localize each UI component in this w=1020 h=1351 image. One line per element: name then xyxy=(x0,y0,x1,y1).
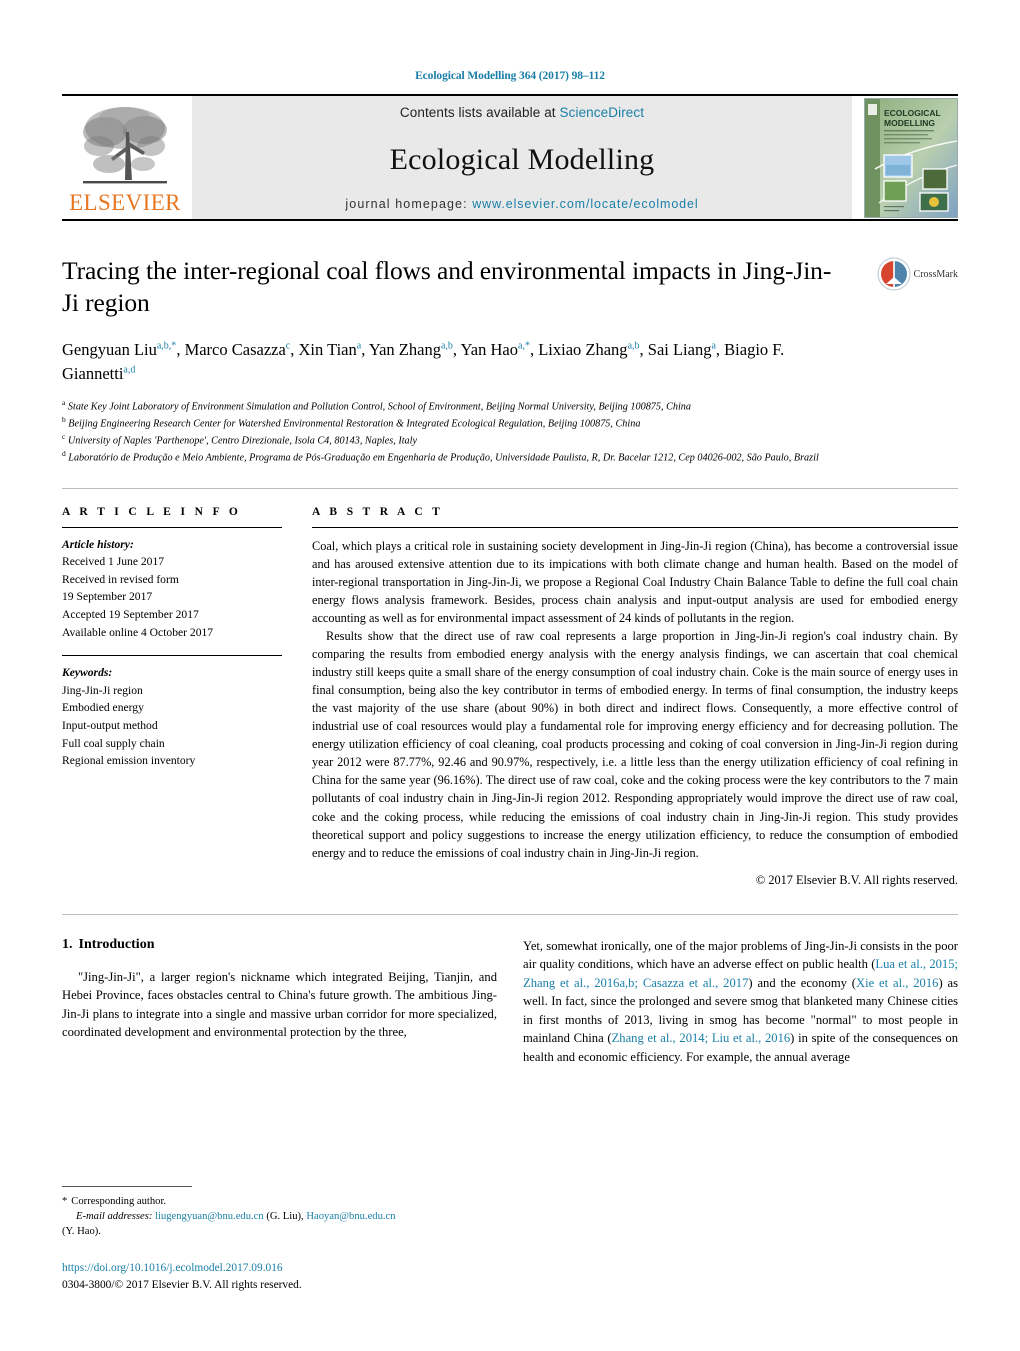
keywords-block: Keywords: Jing-Jin-Ji region Embodied en… xyxy=(62,664,282,770)
affiliation-text-a: State Key Joint Laboratory of Environmen… xyxy=(67,401,691,413)
affiliation-text-b: Beijing Engineering Research Center for … xyxy=(68,418,641,430)
section-number: 1. xyxy=(62,936,73,952)
author-list: Gengyuan Liua,b,*, Marco Casazzac, Xin T… xyxy=(62,340,785,383)
body-column-right: Yet, somewhat ironically, one of the maj… xyxy=(523,937,958,1067)
email-link-2[interactable]: Haoyan@bnu.edu.cn xyxy=(306,1211,395,1222)
svg-text:MODELLING: MODELLING xyxy=(884,118,935,128)
keywords-label: Keywords: xyxy=(62,666,113,680)
intro-paragraph-right: Yet, somewhat ironically, one of the maj… xyxy=(523,937,958,1067)
body-top-rule xyxy=(62,913,958,915)
article-page: Ecological Modelling 364 (2017) 98–112 E… xyxy=(0,0,1020,1351)
intro-text-part-2: ) and the economy ( xyxy=(748,975,856,990)
intro-text-left: "Jing-Jin-Ji", a larger region's nicknam… xyxy=(62,968,497,1042)
article-info-rule xyxy=(62,526,282,528)
journal-cover-thumbnail: ECOLOGICAL MODELLING xyxy=(858,96,958,219)
elsevier-wordmark: ELSEVIER xyxy=(69,190,181,215)
journal-masthead: ELSEVIER Contents lists available at Sci… xyxy=(62,96,958,219)
journal-cover-image: ECOLOGICAL MODELLING xyxy=(864,97,958,218)
crossmark-block[interactable]: CrossMark xyxy=(853,255,958,385)
keyword-item: Full coal supply chain xyxy=(62,736,165,750)
keywords-rule xyxy=(62,655,282,657)
contents-prefix: Contents lists available at xyxy=(399,105,560,120)
journal-title: Ecological Modelling xyxy=(389,142,655,176)
body-column-left: 1. Introduction "Jing-Jin-Ji", a larger r… xyxy=(62,937,497,1067)
info-abstract-row: A R T I C L E I N F O Article history: R… xyxy=(62,506,958,888)
affiliation-b: b Beijing Engineering Research Center fo… xyxy=(62,415,958,432)
history-item: Received 1 June 2017 xyxy=(62,555,165,569)
affiliation-mark-b: b xyxy=(62,414,66,424)
abstract-body: Coal, which plays a critical role in sus… xyxy=(312,537,958,862)
abstract-copyright: © 2017 Elsevier B.V. All rights reserved… xyxy=(755,872,958,887)
abstract-rule xyxy=(312,526,958,528)
journal-homepage-line: journal homepage: www.elsevier.com/locat… xyxy=(345,197,698,211)
affiliation-d: d Laboratório de Produção e Meio Ambient… xyxy=(62,449,958,466)
elsevier-tree-icon xyxy=(83,107,167,184)
doi-block: https://doi.org/10.1016/j.ecolmodel.2017… xyxy=(62,1260,498,1294)
email-name-2: (Y. Hao). xyxy=(62,1226,101,1238)
crossmark-badge[interactable]: CrossMark xyxy=(877,257,958,291)
masthead-center: Contents lists available at ScienceDirec… xyxy=(192,96,852,219)
keyword-item: Input-output method xyxy=(62,719,158,733)
article-info-column: A R T I C L E I N F O Article history: R… xyxy=(62,506,312,888)
abstract-heading: A B S T R A C T xyxy=(312,505,444,518)
page-title: Tracing the inter-regional coal flows an… xyxy=(62,256,832,317)
keyword-item: Regional emission inventory xyxy=(62,754,196,768)
corresponding-author-text: Corresponding author. xyxy=(71,1195,167,1207)
contents-list-line: Contents lists available at ScienceDirec… xyxy=(400,105,644,120)
affiliation-text-d: Laboratório de Produção e Meio Ambiente,… xyxy=(68,452,819,464)
email-label: E-mail addresses: xyxy=(76,1211,153,1223)
body-columns: 1. Introduction "Jing-Jin-Ji", a larger r… xyxy=(62,937,958,1067)
homepage-prefix: journal homepage: xyxy=(345,197,473,211)
title-block: Tracing the inter-regional coal flows an… xyxy=(62,255,958,385)
article-history-label: Article history: xyxy=(62,537,134,551)
svg-text:ECOLOGICAL: ECOLOGICAL xyxy=(884,108,941,118)
abstract-paragraph-2: Results show that the direct use of raw … xyxy=(312,628,958,860)
crossmark-label: CrossMark xyxy=(913,268,958,280)
footnote-rule xyxy=(62,1185,192,1187)
intro-paragraph-left: "Jing-Jin-Ji", a larger region's nicknam… xyxy=(62,969,497,1040)
affiliation-mark-d: d xyxy=(62,448,66,458)
citation-link-2[interactable]: Xie et al., 2016 xyxy=(856,976,938,990)
masthead-bottom-rule xyxy=(62,219,958,221)
elsevier-logo: ELSEVIER xyxy=(62,96,188,219)
history-item: Received in revised form xyxy=(62,572,179,586)
citation-link-3[interactable]: Zhang et al., 2014; Liu et al., 2016 xyxy=(612,1031,791,1045)
affiliation-a: a State Key Joint Laboratory of Environm… xyxy=(62,398,958,415)
title-left: Tracing the inter-regional coal flows an… xyxy=(62,255,853,385)
affiliations: a State Key Joint Laboratory of Environm… xyxy=(62,398,958,466)
history-item: Accepted 19 September 2017 xyxy=(62,608,199,621)
corresponding-author-note: * Corresponding author. xyxy=(62,1194,498,1209)
history-item: Available online 4 October 2017 xyxy=(62,625,214,639)
running-head: Ecological Modelling 364 (2017) 98–112 xyxy=(415,70,605,82)
history-item: 19 September 2017 xyxy=(62,590,153,604)
email-name-1: (G. Liu), xyxy=(263,1211,307,1223)
affiliation-mark-c: c xyxy=(62,431,66,441)
abstract-column: A B S T R A C T Coal, which plays a crit… xyxy=(312,506,958,888)
email-note: E-mail addresses: liugengyuan@bnu.edu.cn… xyxy=(62,1209,498,1224)
info-section-top-rule xyxy=(62,487,958,489)
email-name-2-line: (Y. Hao). xyxy=(62,1224,498,1239)
footnote-area: * Corresponding author. E-mail addresses:… xyxy=(62,1185,498,1294)
article-history: Article history: Received 1 June 2017 Re… xyxy=(62,536,282,642)
journal-homepage-link[interactable]: www.elsevier.com/locate/ecolmodel xyxy=(472,197,698,211)
section-title: Introduction xyxy=(78,936,155,952)
footnote-star: * xyxy=(62,1195,68,1207)
sciencedirect-link[interactable]: ScienceDirect xyxy=(560,105,645,120)
email-link-1[interactable]: liugengyuan@bnu.edu.cn xyxy=(155,1211,264,1222)
crossmark-icon xyxy=(877,257,911,291)
keyword-item: Embodied energy xyxy=(62,701,144,715)
section-heading-introduction: 1. Introduction xyxy=(62,937,497,953)
affiliation-c: c University of Naples 'Parthenope', Cen… xyxy=(62,432,958,449)
article-info-heading: A R T I C L E I N F O xyxy=(62,505,242,518)
keyword-item: Jing-Jin-Ji region xyxy=(62,683,143,697)
doi-link[interactable]: https://doi.org/10.1016/j.ecolmodel.2017… xyxy=(62,1260,498,1277)
affiliation-text-c: University of Naples 'Parthenope', Centr… xyxy=(67,435,417,447)
affiliation-mark-a: a xyxy=(62,398,66,408)
issn-copyright-line: 0304-3800/© 2017 Elsevier B.V. All right… xyxy=(62,1278,302,1291)
abstract-paragraph-1: Coal, which plays a critical role in sus… xyxy=(312,538,958,625)
intro-text-right: Yet, somewhat ironically, one of the maj… xyxy=(523,937,958,1067)
